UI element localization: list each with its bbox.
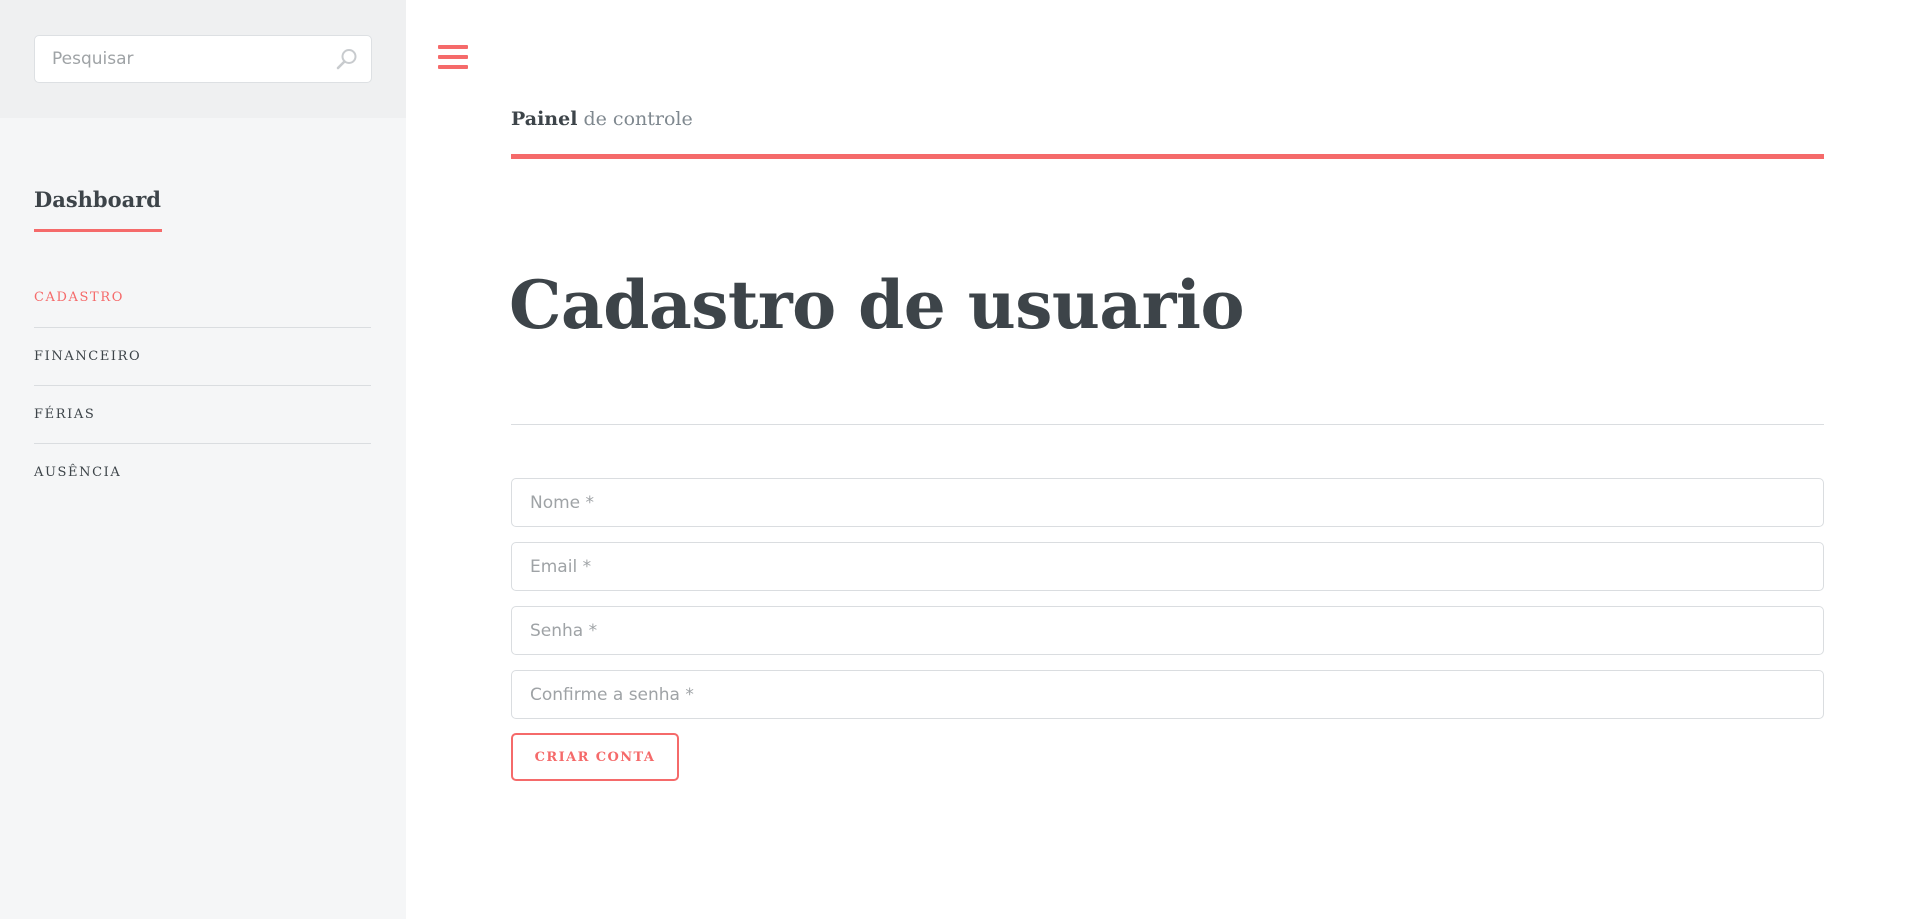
sidebar-item-financeiro[interactable]: FINANCEIRO xyxy=(34,327,371,385)
sidebar-item-ausencia[interactable]: AUSÊNCIA xyxy=(34,443,371,501)
sidebar-item-ferias[interactable]: FÉRIAS xyxy=(34,385,371,443)
search-box[interactable] xyxy=(34,35,372,83)
create-account-button[interactable]: CRIAR CONTA xyxy=(511,733,679,781)
header-accent-line xyxy=(511,154,1824,159)
password-field[interactable] xyxy=(511,606,1824,655)
sidebar: Dashboard CADASTRO FINANCEIRO FÉRIAS AUS… xyxy=(0,0,406,919)
search-section xyxy=(0,0,406,118)
email-field[interactable] xyxy=(511,542,1824,591)
page-title: Cadastro de usuario xyxy=(509,266,1245,344)
header-title-rest: de controle xyxy=(577,108,693,130)
header-title-strong: Painel xyxy=(511,108,578,130)
confirm-password-field[interactable] xyxy=(511,670,1824,719)
hamburger-menu-icon[interactable] xyxy=(438,43,468,71)
search-input[interactable] xyxy=(35,36,325,82)
sidebar-title: Dashboard xyxy=(34,187,161,212)
sidebar-item-cadastro[interactable]: CADASTRO xyxy=(34,267,371,327)
search-icon[interactable] xyxy=(335,47,359,71)
sidebar-title-underline xyxy=(34,229,162,232)
header-title: Painel de controle xyxy=(511,108,693,130)
section-divider xyxy=(511,424,1824,425)
name-field[interactable] xyxy=(511,478,1824,527)
sidebar-menu: CADASTRO FINANCEIRO FÉRIAS AUSÊNCIA xyxy=(34,267,371,501)
